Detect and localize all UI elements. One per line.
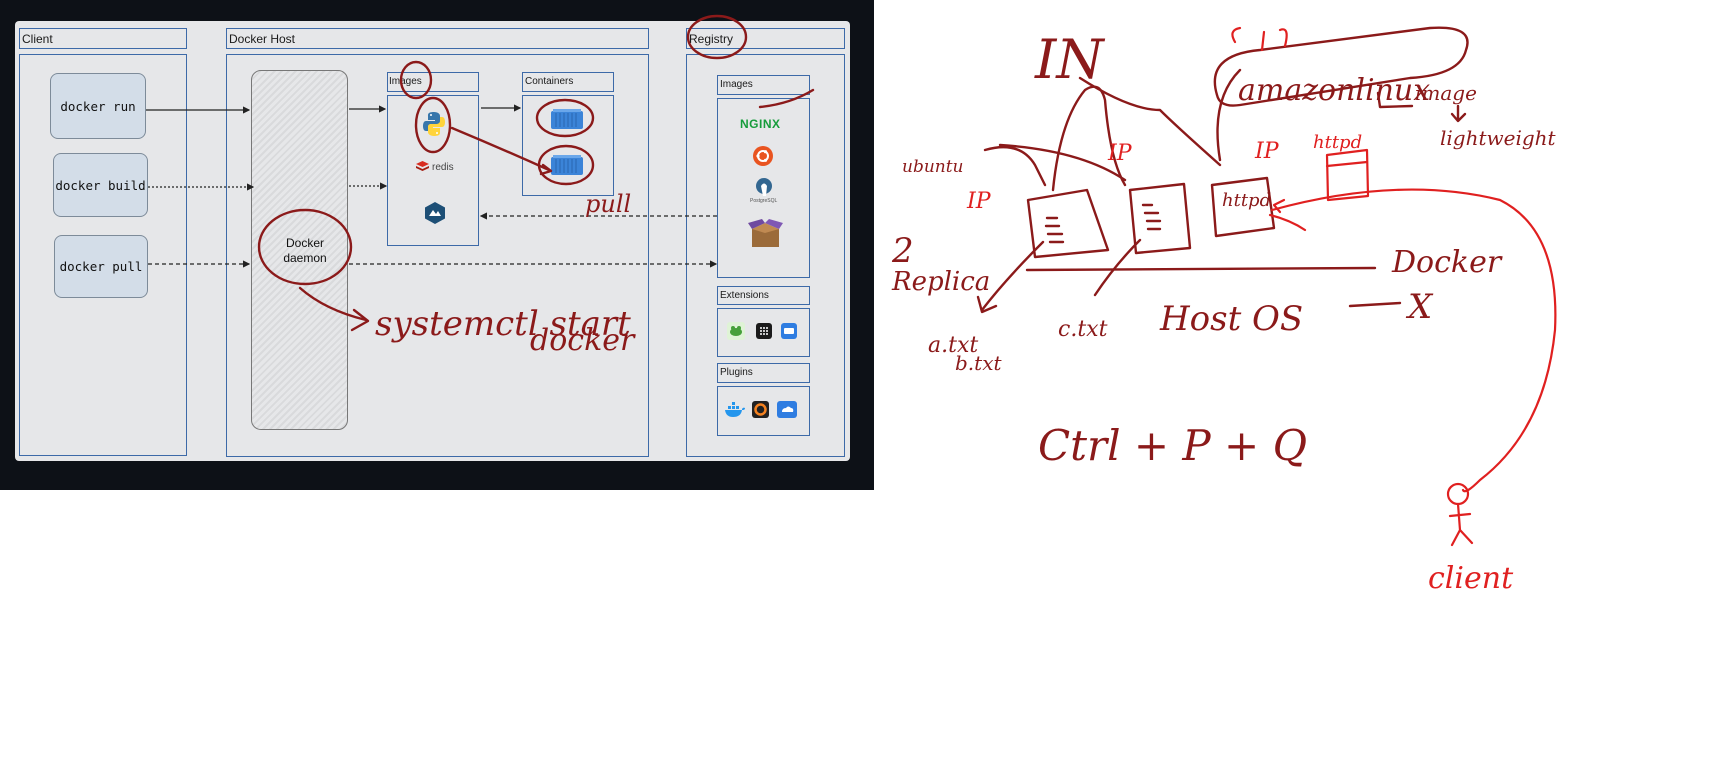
ink-text-x: X [1405, 287, 1434, 327]
ink-curve-3 [1216, 68, 1242, 162]
ink-text-hostos: Host OS [1159, 299, 1303, 339]
ink-text-httpd-label: httpd [1313, 132, 1362, 153]
ink-text-code-b: b.txt [955, 351, 1002, 375]
ink-text-ip-mid: IP [1107, 141, 1133, 166]
ink-lines-mid [1141, 203, 1162, 231]
ink-text-ip-left: IP [966, 189, 992, 214]
ink-text-amazonlinux: amazonlinux [1238, 73, 1430, 108]
ink-curve-2 [1078, 76, 1222, 167]
ink-red-person-head [1446, 482, 1470, 506]
ink-red-tail [1268, 213, 1307, 232]
ink-line-host [1025, 266, 1377, 272]
ink-arrowhead-daemon [350, 308, 370, 332]
ink-text-docker: docker [530, 323, 636, 358]
ink-arrow-daemon [298, 286, 368, 322]
ink-text-image: image [1415, 81, 1477, 105]
ink-tick-nginx [758, 88, 815, 109]
ink-text-httpd-box: httpd [1222, 190, 1271, 211]
ink-circle-container-2 [537, 144, 595, 186]
ink-text-client: client [1428, 561, 1514, 596]
ink-text-replica: Replica [891, 267, 990, 297]
ink-arrow-python-container [450, 126, 551, 172]
ink-box-left [1026, 188, 1110, 259]
ink-red-box-line [1325, 160, 1369, 168]
ink-arrow-left-code [980, 240, 1045, 312]
ink-circle-images [399, 60, 433, 100]
ink-annotations: systemctl start docker pull IN amazonlin… [257, 14, 1557, 596]
ink-text-two: 2 [891, 231, 914, 271]
ink-red-arrowhead [1272, 198, 1286, 214]
ink-text-ctrl: Ctrl + P + Q [1038, 421, 1307, 470]
ink-text-ip-right: IP [1254, 139, 1280, 164]
ink-red-person-body [1448, 502, 1474, 547]
ink-text-ubuntu: ubuntu [902, 157, 964, 177]
ink-arrow-mid-code [1093, 238, 1142, 297]
ink-text-docker-right: Docker [1391, 245, 1503, 280]
ink-dash-hostos [1348, 301, 1402, 308]
ink-text-in: IN [1034, 28, 1105, 91]
ink-text-pull: pull [585, 190, 631, 218]
ink-circle-registry [686, 14, 748, 60]
ink-circle-daemon [257, 208, 353, 286]
ink-circle-python [414, 96, 452, 154]
ink-lines-left [1044, 216, 1065, 244]
ink-text-lightweight: lightweight [1440, 126, 1557, 150]
ink-arrow-lightweight [1450, 104, 1467, 123]
ink-text-code-c: c.txt [1058, 317, 1108, 342]
ink-red-client-curve [1270, 188, 1557, 493]
ink-circle-container-1 [535, 98, 595, 138]
ink-arrow-ubuntu [983, 145, 1047, 187]
